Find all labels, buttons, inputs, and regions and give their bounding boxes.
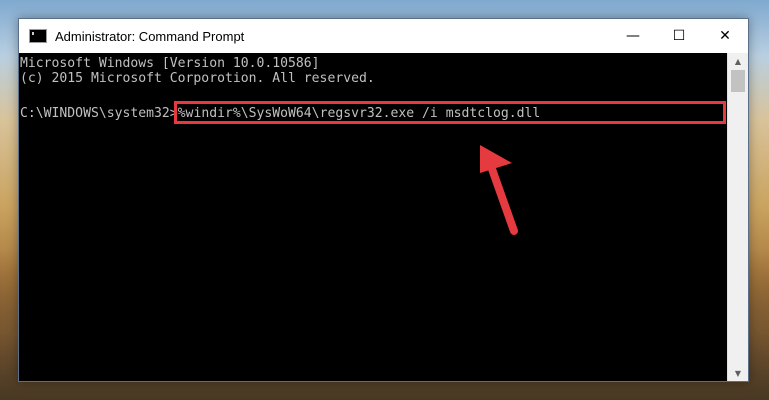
command-prompt-window: Administrator: Command Prompt — ☐ ✕ Micr… [18,18,749,382]
arrow-icon [480,145,518,235]
close-button[interactable]: ✕ [702,19,748,53]
cmd-icon [29,29,47,43]
title-bar[interactable]: Administrator: Command Prompt — ☐ ✕ [19,19,748,53]
prompt-path: C:\WINDOWS\system32> [20,106,178,121]
window-title: Administrator: Command Prompt [55,28,245,44]
scroll-thumb[interactable] [731,70,745,92]
console-output[interactable]: Microsoft Windows [Version 10.0.10586] (… [19,53,728,381]
scroll-down-icon[interactable]: ▼ [728,365,748,381]
command-highlight-box [174,101,726,124]
maximize-button[interactable]: ☐ [656,19,702,53]
minimize-button[interactable]: — [610,19,656,53]
scroll-up-icon[interactable]: ▲ [728,53,748,69]
vertical-scrollbar[interactable]: ▲ ▼ [727,53,748,381]
copyright-line: (c) 2015 Microsoft Corporotion. All rese… [20,71,375,86]
window-controls: — ☐ ✕ [610,19,748,53]
